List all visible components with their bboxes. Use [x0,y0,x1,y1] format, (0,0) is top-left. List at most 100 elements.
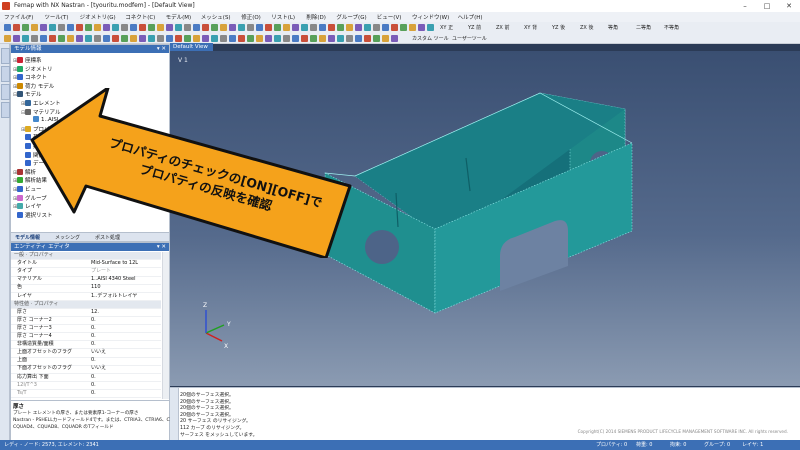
toolbar-button-icon[interactable] [148,34,155,42]
property-value[interactable]: 0. [91,317,96,324]
toolbar-button-icon[interactable] [202,34,209,42]
toolbar-button-icon[interactable] [328,24,335,31]
toolbar-button-icon[interactable] [382,24,389,31]
maximize-button[interactable]: □ [756,0,778,12]
custom-tools-label[interactable]: カスタム ツール [412,35,449,42]
toolbar-button-icon[interactable] [121,34,128,42]
toolbar-button-icon[interactable] [391,24,398,31]
menu-item[interactable]: モデル(M) [166,13,192,21]
property-value[interactable]: 0. [91,374,96,381]
toolbar-button-icon[interactable] [310,24,317,31]
toolbar-button-icon[interactable] [121,24,128,31]
dock-tab-icon[interactable] [1,102,10,118]
toolbar-button-icon[interactable] [274,34,281,42]
toolbar-button-icon[interactable] [211,34,218,42]
menu-item[interactable]: ファイル(F) [4,13,33,21]
property-value[interactable]: Mid-Surface to 12L [91,260,138,267]
view-orient-button[interactable]: 不等角 [664,24,679,31]
toolbar-button-icon[interactable] [130,34,137,42]
scrollbar[interactable] [162,252,169,399]
menu-item[interactable]: ビュー(V) [377,13,402,21]
toolbar-button-icon[interactable] [256,34,263,42]
toolbar-button-icon[interactable] [247,24,254,31]
dock-tab-icon[interactable] [1,48,10,64]
toolbar-button-icon[interactable] [319,24,326,31]
minimize-button[interactable]: – [734,0,756,12]
dock-tab-icon[interactable] [1,84,10,100]
menu-item[interactable]: ヘルプ(H) [458,13,483,21]
menu-item[interactable]: ウィンドウ(W) [412,13,449,21]
property-value[interactable]: いいえ [91,349,106,356]
toolbar-button-icon[interactable] [193,24,200,31]
toolbar-button-icon[interactable] [139,34,146,42]
status-loads[interactable]: 荷重: 0 [636,440,652,450]
toolbar-button-icon[interactable] [130,24,137,31]
view-orient-button[interactable]: XY 背 [524,24,537,31]
menu-item[interactable]: メッシュ(S) [201,13,231,21]
toolbar-button-icon[interactable] [364,24,371,31]
toolbar-button-icon[interactable] [238,34,245,42]
toolbar-button-icon[interactable] [391,34,398,42]
property-value[interactable]: 0. [91,325,96,332]
toolbar-button-icon[interactable] [220,34,227,42]
tree-item[interactable]: ⊞ コネクト [13,73,47,81]
toolbar-button-icon[interactable] [283,24,290,31]
toolbar-button-icon[interactable] [31,24,38,31]
tree-item[interactable]: ⊞ 座標系 [13,56,42,64]
toolbar-button-icon[interactable] [328,34,335,42]
view-orient-button[interactable]: YZ 後 [552,24,565,31]
property-value[interactable]: 0. [91,390,96,397]
toolbar-button-icon[interactable] [229,34,236,42]
toolbar-button-icon[interactable] [13,34,20,42]
toolbar-button-icon[interactable] [265,24,272,31]
toolbar-button-icon[interactable] [301,34,308,42]
view-orient-button[interactable]: ZX 後 [580,24,593,31]
property-value[interactable]: 0. [91,341,96,348]
toolbar-button-icon[interactable] [58,24,65,31]
property-value[interactable]: 110 [91,284,101,291]
property-value[interactable]: 1..デフォルトレイヤ [91,293,137,300]
tab-default-view[interactable]: Default View [170,43,213,51]
property-row[interactable]: Ts/T 0. [11,390,161,399]
dock-tab-icon[interactable] [1,66,10,82]
toolbar-button-icon[interactable] [94,34,101,42]
view-orient-button[interactable]: XY 正 [440,24,453,31]
toolbar-button-icon[interactable] [364,34,371,42]
toolbar-button-icon[interactable] [76,24,83,31]
status-groups[interactable]: グループ: 0 [704,440,730,450]
toolbar-button-icon[interactable] [49,24,56,31]
toolbar-button-icon[interactable] [292,24,299,31]
property-value[interactable]: 0. [91,382,96,389]
toolbar-button-icon[interactable] [85,24,92,31]
toolbar-button-icon[interactable] [346,34,353,42]
toolbar-button-icon[interactable] [220,24,227,31]
toolbar-button-icon[interactable] [139,24,146,31]
toolbar-button-icon[interactable] [184,34,191,42]
toolbar-button-icon[interactable] [400,24,407,31]
toolbar-button-icon[interactable] [112,34,119,42]
toolbar-button-icon[interactable] [58,34,65,42]
view-orient-button[interactable]: 等角 [608,24,618,31]
property-value[interactable]: 12. [91,309,99,316]
toolbar-button-icon[interactable] [166,24,173,31]
toolbar-button-icon[interactable] [4,34,11,42]
toolbar-button-icon[interactable] [22,34,29,42]
toolbar-button-icon[interactable] [373,24,380,31]
toolbar-button-icon[interactable] [103,24,110,31]
toolbar-button-icon[interactable] [355,24,362,31]
property-value[interactable]: 1..AISI 4340 Steel [91,276,135,283]
toolbar-button-icon[interactable] [13,24,20,31]
toolbar-button-icon[interactable] [40,34,47,42]
toolbar-button-icon[interactable] [310,34,317,42]
status-constraints[interactable]: 拘束: 0 [670,440,686,450]
toolbar-button-icon[interactable] [31,34,38,42]
toolbar-button-icon[interactable] [49,34,56,42]
toolbar-button-icon[interactable] [67,24,74,31]
toolbar-button-icon[interactable] [148,24,155,31]
property-value[interactable]: 0. [91,333,96,340]
toolbar-button-icon[interactable] [85,34,92,42]
toolbar-button-icon[interactable] [211,24,218,31]
toolbar-button-icon[interactable] [94,24,101,31]
toolbar-button-icon[interactable] [418,24,425,31]
toolbar-button-icon[interactable] [373,34,380,42]
